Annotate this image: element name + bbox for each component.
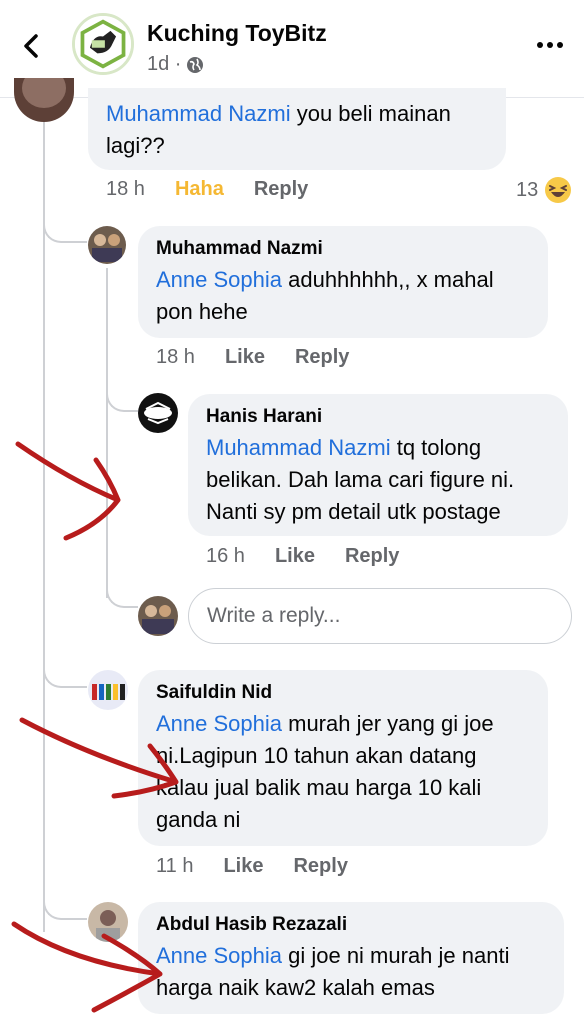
comment-author[interactable]: Muhammad Nazmi bbox=[156, 238, 530, 260]
reply-button[interactable]: Reply bbox=[254, 178, 308, 201]
annotation-arrow bbox=[15, 441, 121, 541]
reply-button[interactable]: Reply bbox=[345, 545, 399, 568]
globe-icon bbox=[187, 56, 204, 73]
comment-actions: 11 h Like Reply bbox=[156, 855, 348, 878]
comment-bubble: Hanis Harani Muhammad Nazmi tq tolong bel… bbox=[188, 394, 568, 536]
comment-time: 16 h bbox=[206, 545, 245, 567]
comment-actions: 18 h Like Reply bbox=[156, 346, 349, 369]
comment-author[interactable]: Hanis Harani bbox=[206, 406, 550, 428]
comment-actions: 16 h Like Reply bbox=[206, 545, 399, 568]
mention-link[interactable]: Muhammad Nazmi bbox=[106, 101, 291, 126]
avatar[interactable] bbox=[88, 670, 128, 710]
comment-author[interactable]: Saifuldin Nid bbox=[156, 682, 530, 704]
comment-bubble: Muhammad Nazmi Anne Sophia aduhhhhhh,, x… bbox=[138, 226, 548, 338]
reply-input[interactable]: Write a reply... bbox=[188, 588, 572, 644]
back-arrow-icon bbox=[24, 34, 38, 58]
comment-actions: 18 h Haha Reply bbox=[106, 178, 308, 201]
mention-link[interactable]: Muhammad Nazmi bbox=[206, 435, 391, 460]
haha-reaction-button[interactable]: Haha bbox=[175, 178, 224, 201]
haha-emoji-icon bbox=[545, 177, 572, 203]
post-header: Kuching ToyBitz 1d · bbox=[0, 0, 584, 98]
reply-placeholder: Write a reply... bbox=[207, 604, 341, 627]
back-button[interactable] bbox=[12, 26, 52, 66]
comment-time: 11 h bbox=[156, 855, 194, 877]
post-meta: 1d · bbox=[147, 53, 205, 76]
comment-bubble: Abdul Hasib Rezazali Anne Sophia gi joe … bbox=[138, 902, 564, 1014]
annotation-arrow bbox=[19, 717, 179, 799]
post-age: 1d · bbox=[147, 53, 182, 75]
comment-text: Muhammad Nazmi you beli mainan lagi?? bbox=[106, 101, 451, 158]
comment-bubble: Muhammad Nazmi you beli mainan lagi?? bbox=[88, 88, 506, 170]
toybitz-logo-icon bbox=[75, 16, 131, 72]
page-name[interactable]: Kuching ToyBitz bbox=[147, 20, 327, 47]
reply-button[interactable]: Reply bbox=[295, 346, 349, 369]
like-button[interactable]: Like bbox=[225, 346, 265, 369]
more-options-button[interactable] bbox=[532, 30, 568, 60]
thread-connector bbox=[106, 580, 138, 608]
mention-link[interactable]: Anne Sophia bbox=[156, 267, 282, 292]
current-user-avatar bbox=[138, 596, 178, 636]
comment-text: Anne Sophia gi joe ni murah je nanti harg… bbox=[156, 943, 510, 1000]
comment-text: Muhammad Nazmi tq tolong belikan. Dah lam… bbox=[206, 435, 515, 524]
comment-time: 18 h bbox=[106, 178, 145, 200]
like-button[interactable]: Like bbox=[223, 855, 263, 878]
reaction-count[interactable]: 13 bbox=[516, 176, 572, 204]
comment-text: Anne Sophia aduhhhhhh,, x mahal pon hehe bbox=[156, 267, 494, 324]
comment-time: 18 h bbox=[156, 346, 195, 368]
reply-button[interactable]: Reply bbox=[293, 855, 347, 878]
thread-connector bbox=[43, 215, 87, 243]
page-avatar[interactable] bbox=[72, 13, 134, 75]
comment-text: Anne Sophia murah jer yang gi joe ni.Lagi… bbox=[156, 711, 494, 832]
annotation-arrow bbox=[11, 921, 163, 1013]
avatar[interactable] bbox=[14, 78, 74, 122]
thread-connector bbox=[43, 660, 87, 688]
comment-author[interactable]: Abdul Hasib Rezazali bbox=[156, 914, 546, 936]
thread-connector bbox=[106, 384, 138, 412]
like-button[interactable]: Like bbox=[275, 545, 315, 568]
avatar[interactable] bbox=[88, 226, 126, 264]
more-options-icon bbox=[537, 42, 543, 48]
